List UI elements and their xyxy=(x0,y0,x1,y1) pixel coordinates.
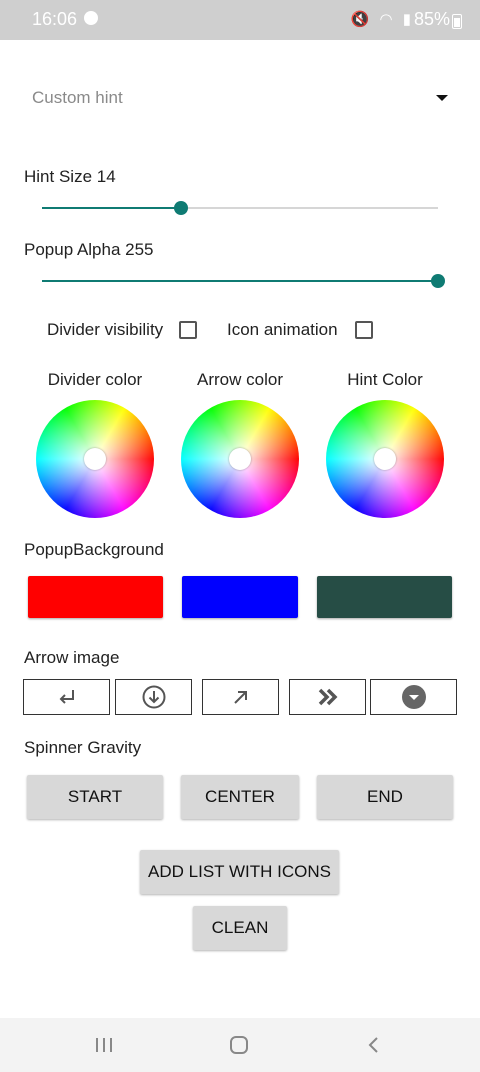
popup-alpha-slider[interactable] xyxy=(42,271,445,291)
status-time: 16:06 xyxy=(32,9,78,29)
filled-circle-caret-down-icon xyxy=(401,685,426,709)
gravity-start-button[interactable]: START xyxy=(27,775,163,819)
divider-color-label: Divider color xyxy=(47,370,143,389)
icon-animation-label: Icon animation xyxy=(227,320,338,339)
color-wheel-knob[interactable] xyxy=(374,448,396,470)
divider-visibility-checkbox[interactable]: Divider visibility xyxy=(47,320,207,344)
arrow-option-return[interactable] xyxy=(23,679,110,715)
color-wheel-knob[interactable] xyxy=(84,448,106,470)
divider-color-wheel[interactable] xyxy=(36,400,154,518)
slider-thumb[interactable] xyxy=(173,201,188,215)
dropdown-arrow-icon xyxy=(436,95,448,101)
icon-animation-checkbox[interactable]: Icon animation xyxy=(227,320,377,344)
popup-background-red-swatch[interactable] xyxy=(28,576,163,618)
slider-fill xyxy=(42,207,181,209)
arrow-color-label: Arrow color xyxy=(197,370,283,389)
home-icon xyxy=(230,1036,248,1054)
return-arrow-icon xyxy=(59,690,74,704)
divider-visibility-label: Divider visibility xyxy=(47,320,164,339)
back-icon xyxy=(368,1037,378,1053)
status-bar: 16:06 🔇 ◠ ▮ 85% xyxy=(0,0,480,40)
spinner-hint: Custom hint xyxy=(32,88,123,107)
popup-alpha-label: Popup Alpha 255 xyxy=(24,240,154,259)
arrow-option-filled-circle-caret[interactable] xyxy=(370,679,457,715)
battery-icon xyxy=(452,14,462,29)
arrow-option-double-chevron[interactable] xyxy=(289,679,366,715)
signal-wifi-mute-icons: 🔇 ◠ ▮ xyxy=(350,11,414,28)
spinner-gravity-label: Spinner Gravity xyxy=(24,738,142,757)
hint-color-label: Hint Color xyxy=(347,370,423,389)
hint-color-wheel[interactable] xyxy=(326,400,444,518)
up-right-arrow-icon xyxy=(233,691,247,704)
popup-background-label: PopupBackground xyxy=(24,540,164,559)
double-chevron-right-icon xyxy=(318,688,337,706)
hint-size-label: Hint Size 14 xyxy=(24,167,116,186)
clean-button[interactable]: CLEAN xyxy=(193,906,287,950)
popup-background-blue-swatch[interactable] xyxy=(182,576,298,618)
slider-fill xyxy=(42,280,438,282)
recent-apps-icon xyxy=(96,1038,112,1052)
home-button[interactable] xyxy=(224,1032,254,1058)
arrow-option-up-right[interactable] xyxy=(202,679,279,715)
slider-thumb[interactable] xyxy=(431,274,445,288)
arrow-color-wheel[interactable] xyxy=(181,400,299,518)
color-wheel-knob[interactable] xyxy=(229,448,251,470)
custom-spinner[interactable]: Custom hint xyxy=(32,88,452,112)
popup-background-dark-green-swatch[interactable] xyxy=(317,576,452,618)
gravity-end-button[interactable]: END xyxy=(317,775,453,819)
add-list-with-icons-button[interactable]: ADD LIST WITH ICONS xyxy=(140,850,339,894)
checkbox-box[interactable] xyxy=(355,321,373,339)
battery-percent: 85% xyxy=(413,9,450,29)
recent-apps-button[interactable] xyxy=(89,1032,119,1058)
hint-size-slider[interactable] xyxy=(42,198,438,218)
arrow-option-circle-down[interactable] xyxy=(115,679,192,715)
checkbox-box[interactable] xyxy=(179,321,197,339)
gravity-center-button[interactable]: CENTER xyxy=(181,775,299,819)
back-button[interactable] xyxy=(359,1032,389,1058)
navigation-bar xyxy=(0,1018,480,1072)
circle-down-arrow-icon xyxy=(142,685,165,709)
shield-icon xyxy=(84,11,98,25)
arrow-image-label: Arrow image xyxy=(24,648,120,667)
